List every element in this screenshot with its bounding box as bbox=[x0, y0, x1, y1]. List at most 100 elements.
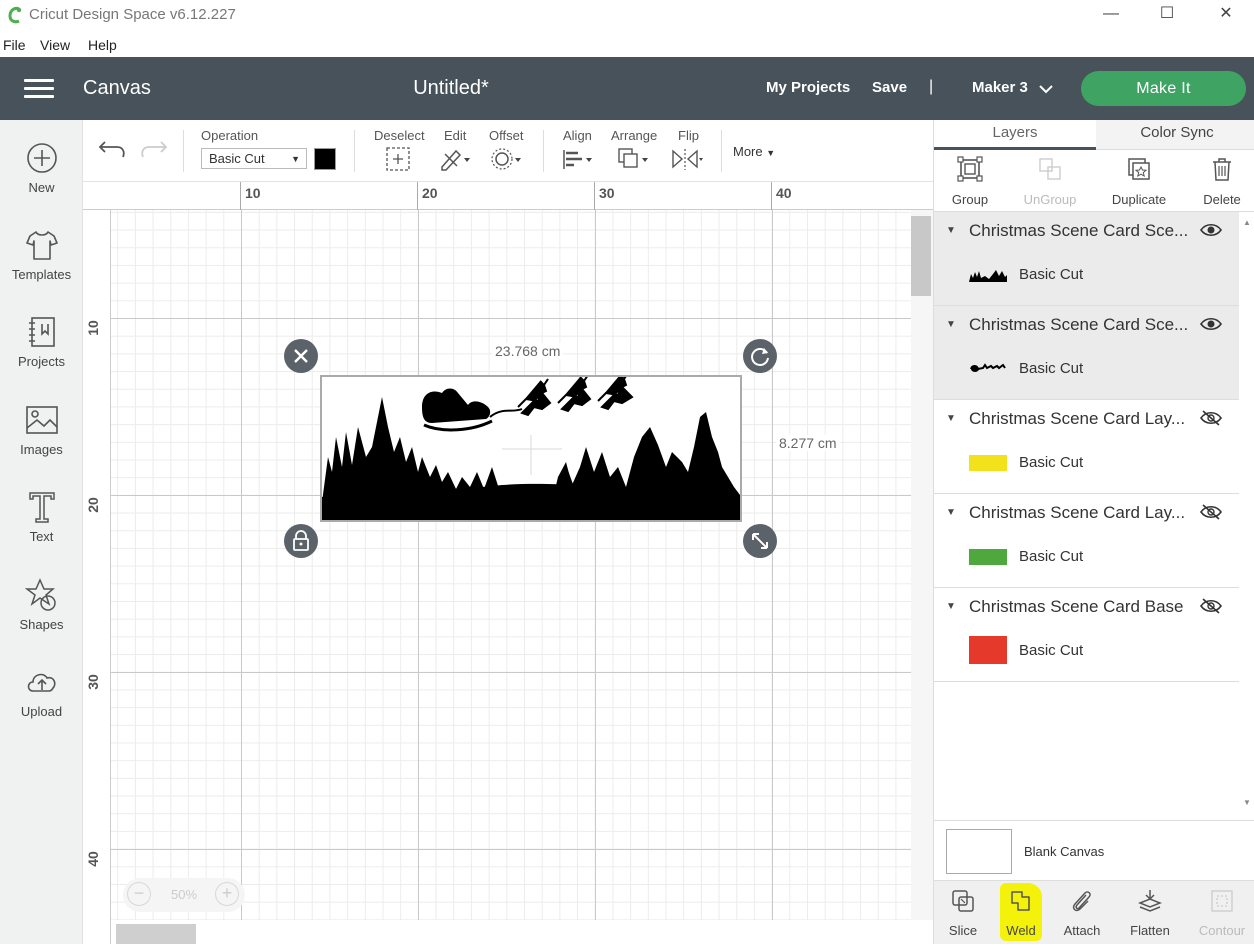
resize-arrows-icon bbox=[752, 533, 768, 549]
layer-row[interactable]: ▼ Christmas Scene Card Sce... Basic Cut bbox=[934, 212, 1239, 306]
flip-label: Flip bbox=[678, 128, 699, 143]
eye-hidden-icon[interactable] bbox=[1200, 410, 1222, 426]
layer-list: ▼ Christmas Scene Card Sce... Basic Cut … bbox=[934, 212, 1239, 816]
align-label: Align bbox=[563, 128, 592, 143]
shapes-icon bbox=[24, 578, 56, 611]
sidebar-item-label: Shapes bbox=[19, 617, 64, 632]
layer-list-scrollbar[interactable]: ▲ ▼ bbox=[1239, 212, 1254, 816]
zoom-out-button[interactable]: − bbox=[127, 882, 151, 906]
undo-icon[interactable] bbox=[97, 136, 129, 162]
delete-handle[interactable] bbox=[284, 339, 318, 373]
ungroup-button[interactable]: UnGroup bbox=[1020, 150, 1080, 212]
collapse-caret-icon[interactable]: ▼ bbox=[946, 601, 956, 612]
eye-hidden-icon[interactable] bbox=[1200, 598, 1222, 614]
attach-button[interactable]: Attach bbox=[1058, 881, 1106, 945]
sidebar-item-shapes[interactable]: Shapes bbox=[0, 577, 83, 632]
group-icon bbox=[957, 156, 983, 182]
layer-name: Christmas Scene Card Sce... bbox=[969, 315, 1189, 334]
ruler-tick: 40 bbox=[84, 851, 101, 867]
machine-selector[interactable]: Maker 3 bbox=[972, 79, 1028, 96]
operation-select[interactable]: Basic Cut ▼ bbox=[201, 148, 307, 169]
eye-icon[interactable] bbox=[1200, 316, 1222, 332]
group-button[interactable]: Group bbox=[946, 150, 994, 212]
ruler-tick: 30 bbox=[599, 185, 615, 201]
arrange-icon[interactable] bbox=[617, 146, 649, 172]
layer-thumbnail bbox=[970, 363, 1006, 372]
ungroup-icon bbox=[1039, 158, 1061, 180]
my-projects-link[interactable]: My Projects bbox=[766, 79, 850, 96]
canvas-horizontal-scrollbar[interactable] bbox=[116, 924, 196, 944]
slice-button[interactable]: Slice bbox=[940, 881, 986, 945]
close-window-button[interactable]: ✕ bbox=[1215, 4, 1237, 24]
menu-view[interactable]: View bbox=[40, 37, 70, 53]
make-it-button[interactable]: Make It bbox=[1081, 71, 1246, 106]
layer-operation: Basic Cut bbox=[1019, 642, 1084, 659]
deselect-icon[interactable] bbox=[383, 146, 415, 172]
offset-label: Offset bbox=[489, 128, 524, 143]
layer-row[interactable]: ▼ Christmas Scene Card Lay... Basic Cut bbox=[934, 494, 1239, 588]
eye-icon[interactable] bbox=[1200, 222, 1222, 238]
layer-row[interactable]: ▼ Christmas Scene Card Lay... Basic Cut bbox=[934, 400, 1239, 494]
tab-layers[interactable]: Layers bbox=[934, 120, 1096, 150]
minimize-button[interactable]: — bbox=[1100, 4, 1122, 24]
more-menu[interactable]: More ▼ bbox=[733, 144, 775, 159]
sidebar-item-images[interactable]: Images bbox=[0, 402, 83, 457]
notebook-icon bbox=[28, 317, 55, 347]
align-icon[interactable] bbox=[561, 146, 593, 172]
blank-canvas-row[interactable]: Blank Canvas bbox=[934, 820, 1254, 880]
sidebar-item-upload[interactable]: Upload bbox=[0, 664, 83, 719]
flatten-label: Flatten bbox=[1130, 923, 1170, 938]
sidebar-item-new[interactable]: New bbox=[0, 140, 83, 195]
slice-icon bbox=[952, 890, 974, 912]
tab-color-sync[interactable]: Color Sync bbox=[1096, 120, 1254, 150]
operation-value: Basic Cut bbox=[209, 151, 265, 166]
sidebar-item-label: Upload bbox=[20, 704, 63, 719]
design-canvas[interactable]: 10 20 30 40 10 20 30 40 23.768 cm 8.277 … bbox=[83, 182, 933, 944]
ruler-tick: 10 bbox=[245, 185, 261, 201]
operation-color-swatch[interactable] bbox=[314, 148, 336, 170]
collapse-caret-icon[interactable]: ▼ bbox=[946, 225, 956, 236]
eye-hidden-icon[interactable] bbox=[1200, 504, 1222, 520]
sidebar-item-templates[interactable]: Templates bbox=[0, 227, 83, 282]
weld-icon bbox=[1011, 891, 1030, 911]
layer-row[interactable]: ▼ Christmas Scene Card Sce... Basic Cut bbox=[934, 306, 1239, 400]
flatten-button[interactable]: Flatten bbox=[1126, 881, 1174, 945]
selected-design-bounding-box[interactable] bbox=[320, 372, 742, 522]
zoom-in-button[interactable]: + bbox=[215, 882, 239, 906]
lock-handle[interactable] bbox=[284, 524, 318, 558]
duplicate-button[interactable]: Duplicate bbox=[1108, 150, 1170, 212]
paperclip-icon bbox=[1072, 891, 1091, 912]
canvas-vertical-scrollbar[interactable] bbox=[911, 210, 933, 920]
group-label: Group bbox=[951, 192, 989, 207]
offset-icon[interactable] bbox=[489, 146, 521, 172]
contour-button[interactable]: Contour bbox=[1194, 881, 1250, 945]
sidebar-item-text[interactable]: Text bbox=[0, 489, 83, 544]
delete-button[interactable]: Delete bbox=[1198, 150, 1246, 212]
menu-help[interactable]: Help bbox=[88, 37, 117, 53]
collapse-caret-icon[interactable]: ▼ bbox=[946, 507, 956, 518]
layer-row[interactable]: ▼ Christmas Scene Card Base Basic Cut bbox=[934, 588, 1239, 682]
blank-canvas-swatch[interactable] bbox=[946, 829, 1012, 874]
maximize-button[interactable]: ☐ bbox=[1156, 4, 1178, 24]
ruler-tick: 20 bbox=[422, 185, 438, 201]
more-label: More bbox=[733, 144, 763, 159]
rotate-handle[interactable] bbox=[743, 339, 777, 373]
scrollbar-thumb[interactable] bbox=[911, 216, 931, 296]
edit-icon[interactable] bbox=[439, 146, 471, 172]
resize-handle[interactable] bbox=[743, 524, 777, 558]
combine-actions: Slice Weld Attach Flatten Contour bbox=[934, 880, 1254, 944]
sidebar-item-projects[interactable]: Projects bbox=[0, 314, 83, 369]
edit-label: Edit bbox=[444, 128, 467, 143]
layer-name: Christmas Scene Card Lay... bbox=[969, 409, 1186, 428]
flip-icon[interactable] bbox=[671, 146, 703, 172]
menu-file[interactable]: File bbox=[3, 37, 26, 53]
chevron-down-icon[interactable] bbox=[1038, 81, 1054, 97]
weld-button[interactable]: Weld bbox=[998, 881, 1044, 945]
delete-label: Delete bbox=[1203, 192, 1241, 207]
collapse-caret-icon[interactable]: ▼ bbox=[946, 319, 956, 330]
sidebar-item-label: Images bbox=[20, 442, 63, 457]
collapse-caret-icon[interactable]: ▼ bbox=[946, 413, 956, 424]
redo-icon[interactable] bbox=[137, 136, 169, 162]
ruler-tick: 20 bbox=[84, 497, 101, 513]
save-button[interactable]: Save bbox=[872, 79, 907, 96]
